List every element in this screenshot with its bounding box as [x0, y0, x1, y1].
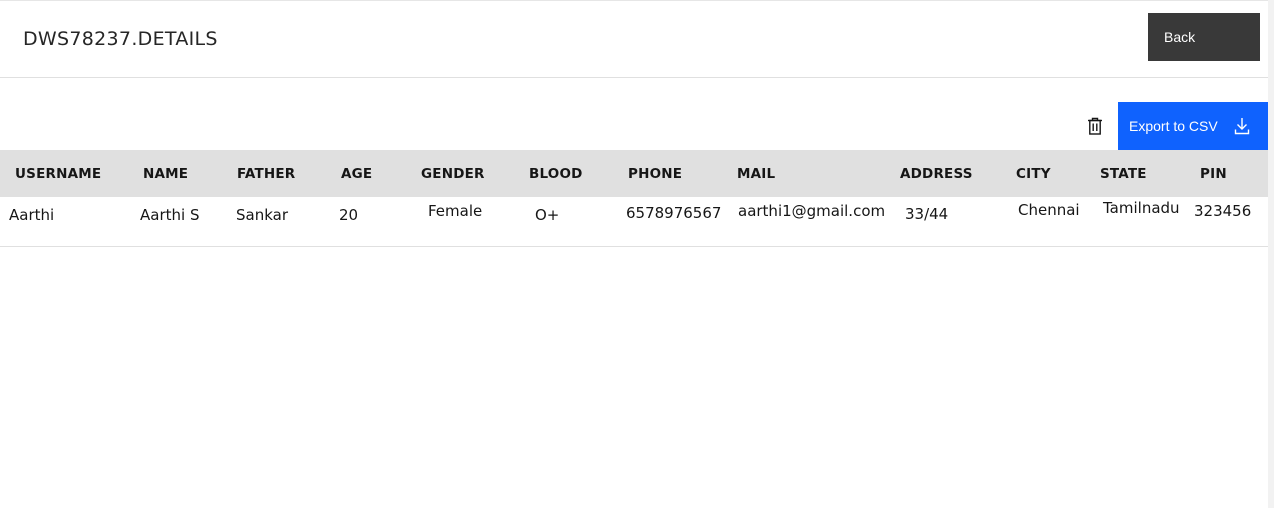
- column-header-pin[interactable]: PIN: [1200, 166, 1227, 182]
- trash-icon[interactable]: [1080, 114, 1110, 138]
- table-toolbar: Export to CSV: [0, 102, 1268, 150]
- cell-city: Chennai: [1018, 201, 1080, 219]
- column-header-father[interactable]: FATHER: [237, 166, 295, 182]
- column-header-address[interactable]: ADDRESS: [900, 166, 973, 182]
- cell-name: Aarthi S: [140, 206, 200, 224]
- column-header-city[interactable]: CITY: [1016, 166, 1051, 182]
- column-header-blood[interactable]: BLOOD: [529, 166, 583, 182]
- table-row[interactable]: Aarthi Aarthi S Sankar 20 Female O+ 6578…: [0, 197, 1268, 247]
- column-header-age[interactable]: AGE: [341, 166, 372, 182]
- cell-pin: 323456: [1194, 202, 1252, 220]
- back-button[interactable]: Back: [1148, 13, 1260, 61]
- cell-phone: 6578976567: [626, 204, 722, 222]
- cell-blood: O+: [535, 206, 560, 224]
- column-header-username[interactable]: USERNAME: [15, 166, 101, 182]
- cell-username: Aarthi: [9, 206, 55, 224]
- column-header-state[interactable]: STATE: [1100, 166, 1147, 182]
- cell-mail: aarthi1@gmail.com: [738, 202, 886, 220]
- page-header: DWS78237.DETAILS Back: [0, 1, 1268, 78]
- cell-father: Sankar: [236, 206, 289, 224]
- table-header: USERNAME NAME FATHER AGE GENDER BLOOD PH…: [0, 150, 1268, 197]
- cell-state: Tamilnadu: [1103, 199, 1180, 217]
- page-title: DWS78237.DETAILS: [23, 28, 218, 50]
- column-header-name[interactable]: NAME: [143, 166, 188, 182]
- cell-age: 20: [339, 206, 359, 224]
- export-label: Export to CSV: [1129, 118, 1218, 134]
- column-header-mail[interactable]: MAIL: [737, 166, 775, 182]
- export-csv-button[interactable]: Export to CSV: [1118, 102, 1268, 150]
- vertical-scrollbar[interactable]: [1268, 0, 1274, 508]
- download-icon: [1234, 117, 1250, 135]
- cell-gender: Female: [428, 202, 483, 220]
- column-header-phone[interactable]: PHONE: [628, 166, 682, 182]
- cell-address: 33/44: [905, 205, 949, 223]
- column-header-gender[interactable]: GENDER: [421, 166, 485, 182]
